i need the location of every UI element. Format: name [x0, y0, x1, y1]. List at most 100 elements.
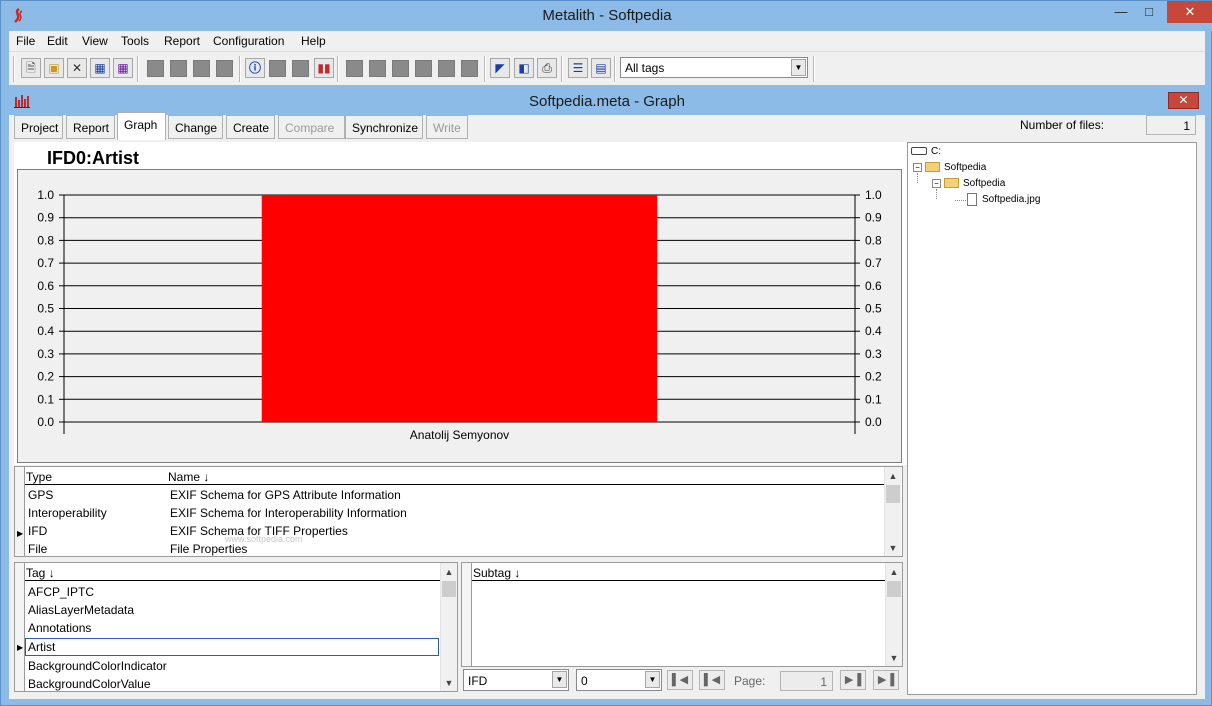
tab-change[interactable]: Change: [168, 115, 223, 139]
tree-node-folder[interactable]: − Softpedia: [932, 178, 1005, 189]
toolbar-separator: [137, 56, 139, 82]
chevron-down-icon[interactable]: ▼: [791, 59, 806, 76]
schema-select-value: IFD: [468, 674, 488, 688]
child-close-button[interactable]: ✕: [1168, 92, 1199, 109]
sort-arrow-icon: ↓: [514, 566, 521, 580]
chevron-down-icon[interactable]: ▼: [645, 671, 660, 688]
tree-line: [955, 200, 966, 201]
subtag-table: Subtag ↓ ▲ ▼: [461, 562, 903, 667]
scroll-up-icon[interactable]: ▲: [886, 565, 902, 579]
toolbar-disabled-button[interactable]: [438, 60, 455, 77]
toolbar-disabled-button[interactable]: [193, 60, 210, 77]
column-header-subtag[interactable]: Subtag ↓: [473, 566, 520, 580]
menu-configuration[interactable]: Configuration: [213, 34, 284, 48]
tree-node-folder[interactable]: − Softpedia: [913, 162, 986, 173]
scroll-down-icon[interactable]: ▼: [885, 541, 901, 555]
print-preview-icon[interactable]: ◧: [514, 58, 534, 78]
preview-icon[interactable]: ◤: [490, 58, 510, 78]
tab-project[interactable]: Project: [14, 115, 63, 139]
page-number-field[interactable]: 1: [780, 671, 833, 691]
toolbar-disabled-button[interactable]: [292, 60, 309, 77]
scroll-down-icon[interactable]: ▼: [441, 676, 457, 690]
menu-help[interactable]: Help: [301, 34, 326, 48]
scroll-thumb[interactable]: [886, 485, 900, 503]
menu-tools[interactable]: Tools: [121, 34, 149, 48]
first-page-button[interactable]: ▌◀: [667, 670, 693, 690]
y-tick-label-right: 0.4: [865, 324, 882, 338]
collapse-icon[interactable]: −: [932, 178, 941, 188]
delete-icon[interactable]: ✕: [67, 58, 87, 78]
menu-report[interactable]: Report: [164, 34, 200, 48]
tab-compare[interactable]: Compare: [278, 115, 345, 139]
scroll-up-icon[interactable]: ▲: [885, 469, 901, 483]
scroll-thumb[interactable]: [887, 581, 901, 597]
new-file-icon[interactable]: 🗎: [21, 58, 41, 78]
subtag-table-scrollbar[interactable]: ▲ ▼: [885, 563, 902, 666]
menu-file[interactable]: File: [16, 34, 35, 48]
menu-view[interactable]: View: [82, 34, 108, 48]
toolbar-disabled-button[interactable]: [216, 60, 233, 77]
toolbar-disabled-button[interactable]: [147, 60, 164, 77]
current-row-pointer-icon: ▶: [17, 529, 24, 538]
open-folder-icon[interactable]: ▣: [44, 58, 64, 78]
tag-filter-select[interactable]: All tags ▼: [620, 57, 808, 78]
column-header-subtag-label: Subtag: [473, 566, 512, 580]
detail-view-icon[interactable]: ▤: [591, 58, 611, 78]
toolbar-separator: [239, 56, 241, 82]
info-icon[interactable]: ⓘ: [245, 58, 265, 78]
last-page-button[interactable]: ▶▐: [873, 670, 899, 690]
tab-graph[interactable]: Graph: [117, 112, 166, 140]
toolbar-disabled-button[interactable]: [392, 60, 409, 77]
tag-table-scrollbar[interactable]: ▲ ▼: [440, 563, 457, 691]
schema-table-scrollbar[interactable]: ▲ ▼: [884, 467, 901, 556]
next-page-button[interactable]: ▶▐: [840, 670, 866, 690]
scroll-up-icon[interactable]: ▲: [441, 565, 457, 579]
index-select[interactable]: 0 ▼: [576, 669, 662, 691]
cell-type: Interoperability: [28, 506, 107, 520]
graph-panel: IFD0:Artist 0.0 0.0 0.1 0.1 0.2 0.2 0.3 0.3 0.4 0…: [14, 142, 907, 465]
close-button[interactable]: ✕: [1167, 1, 1212, 23]
save-icon[interactable]: ▦: [90, 58, 110, 78]
y-tick-label-left: 0.4: [37, 324, 54, 338]
column-header-type[interactable]: Type: [26, 470, 52, 484]
bar-chart-icon[interactable]: ▮▮: [314, 58, 334, 78]
tree-node-drive[interactable]: C:: [911, 146, 941, 157]
y-tick-label-right: 0.8: [865, 233, 882, 247]
previous-page-button[interactable]: ▌◀: [699, 670, 725, 690]
column-header-name[interactable]: Name ↓: [168, 470, 209, 484]
toolbar-separator: [614, 56, 616, 82]
scroll-down-icon[interactable]: ▼: [886, 651, 902, 665]
toolbar-disabled-button[interactable]: [415, 60, 432, 77]
toolbar-disabled-button[interactable]: [461, 60, 478, 77]
print-icon[interactable]: ⎙: [537, 58, 557, 78]
toolbar-disabled-button[interactable]: [269, 60, 286, 77]
toolbar-disabled-button[interactable]: [346, 60, 363, 77]
minimize-button[interactable]: —: [1107, 1, 1135, 23]
drive-icon: [911, 147, 927, 156]
toolbar-disabled-button[interactable]: [170, 60, 187, 77]
menu-edit[interactable]: Edit: [47, 34, 68, 48]
scroll-thumb[interactable]: [442, 581, 456, 597]
collapse-icon[interactable]: −: [913, 162, 922, 172]
schema-select[interactable]: IFD ▼: [463, 669, 569, 691]
maximize-button[interactable]: □: [1135, 1, 1163, 23]
tree-node-label: Softpedia: [944, 162, 987, 173]
save-as-icon[interactable]: ▦: [113, 58, 133, 78]
toolbar-separator: [484, 56, 486, 82]
tab-synchronize[interactable]: Synchronize: [345, 115, 423, 139]
y-tick-label-left: 0.2: [37, 370, 54, 384]
current-row-pointer-icon: ▶: [17, 643, 24, 652]
column-header-tag[interactable]: Tag ↓: [26, 566, 55, 580]
tab-create[interactable]: Create: [226, 115, 275, 139]
toolbar-disabled-button[interactable]: [369, 60, 386, 77]
tab-write[interactable]: Write: [426, 115, 468, 139]
tree-node-file[interactable]: Softpedia.jpg: [967, 193, 1040, 206]
list-view-icon[interactable]: ☰: [568, 58, 588, 78]
list-item-selected[interactable]: Artist: [25, 638, 439, 656]
tab-report[interactable]: Report: [66, 115, 115, 139]
chevron-down-icon[interactable]: ▼: [552, 671, 567, 688]
y-tick-label-left: 0.9: [37, 211, 54, 225]
y-tick-label-left: 0.0: [37, 415, 54, 429]
y-tick-label-left: 0.7: [37, 256, 54, 270]
tab-label: Write: [433, 121, 461, 135]
